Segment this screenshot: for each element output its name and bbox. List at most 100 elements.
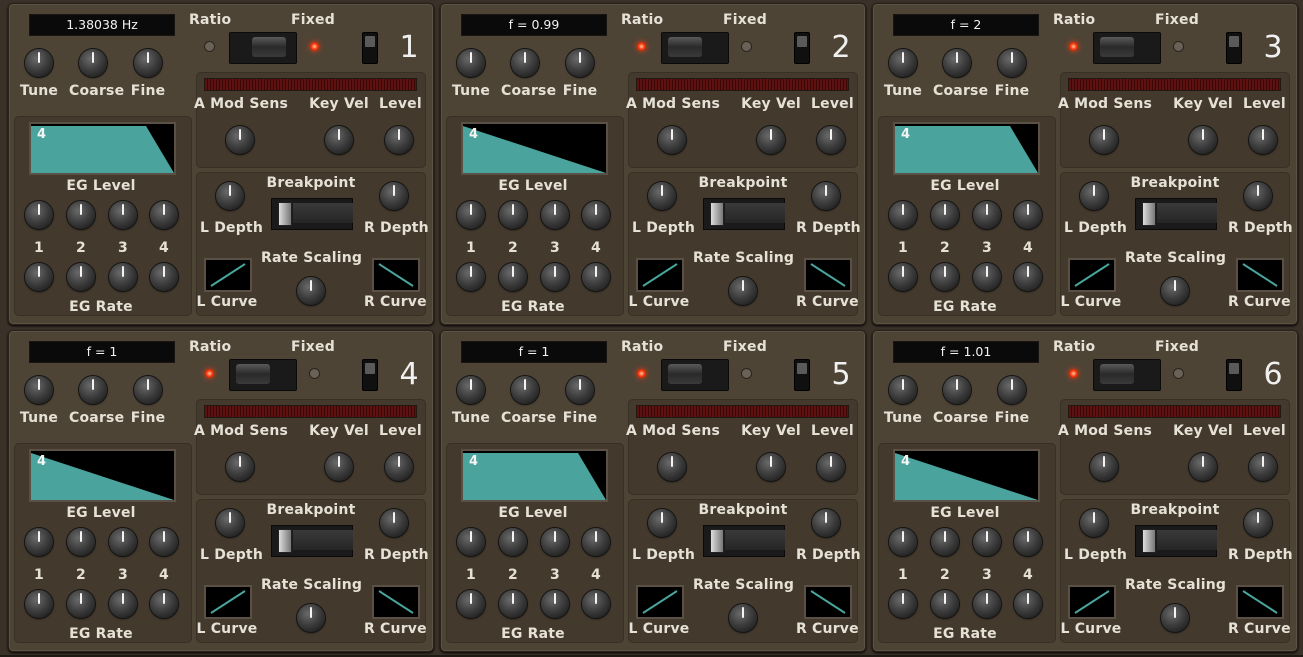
rate-scaling-knob[interactable] (1161, 604, 1189, 632)
key-vel-knob[interactable] (757, 126, 785, 154)
eg-level-knob-3[interactable] (973, 528, 1001, 556)
eg-level-knob-2[interactable] (931, 528, 959, 556)
eg-level-knob-2[interactable] (499, 201, 527, 229)
operator-enable-toggle[interactable] (794, 32, 810, 64)
eg-rate-knob-3[interactable] (109, 590, 137, 618)
coarse-knob[interactable] (943, 376, 971, 404)
coarse-knob[interactable] (943, 49, 971, 77)
eg-rate-knob-2[interactable] (931, 590, 959, 618)
eg-rate-knob-3[interactable] (973, 590, 1001, 618)
rate-scaling-knob[interactable] (297, 277, 325, 305)
a-mod-sens-knob[interactable] (658, 453, 686, 481)
eg-rate-knob-4[interactable] (582, 263, 610, 291)
eg-rate-knob-1[interactable] (457, 590, 485, 618)
eg-level-knob-4[interactable] (582, 528, 610, 556)
breakpoint-slider[interactable] (1135, 525, 1217, 557)
eg-level-knob-4[interactable] (582, 201, 610, 229)
switch-toggle[interactable] (252, 37, 286, 57)
breakpoint-slider-thumb[interactable] (1142, 202, 1217, 226)
eg-rate-knob-1[interactable] (25, 263, 53, 291)
a-mod-sens-knob[interactable] (226, 453, 254, 481)
eg-rate-knob-2[interactable] (931, 263, 959, 291)
frequency-display[interactable]: f = 1 (29, 341, 175, 363)
a-mod-sens-knob[interactable] (1090, 126, 1118, 154)
eg-level-knob-3[interactable] (541, 201, 569, 229)
key-vel-knob[interactable] (325, 126, 353, 154)
switch-toggle[interactable] (668, 37, 702, 57)
breakpoint-slider-thumb[interactable] (1142, 529, 1217, 553)
operator-enable-toggle[interactable] (362, 32, 378, 64)
breakpoint-slider[interactable] (703, 525, 785, 557)
eg-rate-knob-3[interactable] (541, 590, 569, 618)
r-depth-knob[interactable] (380, 509, 408, 537)
ratio-fixed-switch[interactable] (1093, 32, 1161, 64)
breakpoint-slider[interactable] (271, 525, 353, 557)
breakpoint-slider-thumb[interactable] (278, 202, 353, 226)
eg-level-knob-1[interactable] (457, 201, 485, 229)
r-curve-display[interactable] (804, 585, 852, 619)
eg-level-knob-1[interactable] (889, 201, 917, 229)
eg-level-knob-1[interactable] (25, 528, 53, 556)
eg-rate-knob-4[interactable] (582, 590, 610, 618)
eg-level-knob-3[interactable] (109, 528, 137, 556)
rate-scaling-knob[interactable] (297, 604, 325, 632)
l-curve-display[interactable] (1068, 258, 1116, 292)
level-knob[interactable] (1249, 126, 1277, 154)
rate-scaling-knob[interactable] (729, 277, 757, 305)
operator-enable-toggle[interactable] (1226, 32, 1242, 64)
r-depth-knob[interactable] (1244, 509, 1272, 537)
frequency-display[interactable]: f = 1.01 (893, 341, 1039, 363)
tune-knob[interactable] (25, 376, 53, 404)
r-curve-display[interactable] (1236, 258, 1284, 292)
coarse-knob[interactable] (79, 376, 107, 404)
operator-enable-toggle[interactable] (794, 359, 810, 391)
switch-toggle[interactable] (1100, 364, 1134, 384)
eg-rate-knob-2[interactable] (67, 590, 95, 618)
r-depth-knob[interactable] (380, 182, 408, 210)
eg-level-knob-1[interactable] (457, 528, 485, 556)
r-curve-display[interactable] (372, 258, 420, 292)
level-knob[interactable] (817, 453, 845, 481)
l-depth-knob[interactable] (648, 509, 676, 537)
breakpoint-slider-thumb[interactable] (710, 202, 785, 226)
fine-knob[interactable] (566, 49, 594, 77)
l-depth-knob[interactable] (216, 509, 244, 537)
r-depth-knob[interactable] (812, 182, 840, 210)
eg-rate-knob-3[interactable] (541, 263, 569, 291)
level-knob[interactable] (817, 126, 845, 154)
eg-rate-knob-3[interactable] (973, 263, 1001, 291)
eg-level-knob-1[interactable] (25, 201, 53, 229)
eg-rate-knob-1[interactable] (889, 263, 917, 291)
tune-knob[interactable] (457, 49, 485, 77)
switch-toggle[interactable] (236, 364, 270, 384)
eg-level-knob-4[interactable] (150, 201, 178, 229)
l-curve-display[interactable] (204, 258, 252, 292)
eg-level-knob-1[interactable] (889, 528, 917, 556)
switch-toggle[interactable] (1100, 37, 1134, 57)
eg-rate-knob-2[interactable] (499, 263, 527, 291)
breakpoint-slider[interactable] (271, 198, 353, 230)
eg-level-knob-2[interactable] (931, 201, 959, 229)
key-vel-knob[interactable] (325, 453, 353, 481)
coarse-knob[interactable] (79, 49, 107, 77)
eg-rate-knob-4[interactable] (1014, 263, 1042, 291)
a-mod-sens-knob[interactable] (1090, 453, 1118, 481)
eg-level-knob-4[interactable] (1014, 201, 1042, 229)
fine-knob[interactable] (998, 49, 1026, 77)
l-depth-knob[interactable] (648, 182, 676, 210)
ratio-fixed-switch[interactable] (229, 32, 297, 64)
breakpoint-slider[interactable] (1135, 198, 1217, 230)
eg-level-knob-3[interactable] (973, 201, 1001, 229)
r-curve-display[interactable] (372, 585, 420, 619)
breakpoint-slider[interactable] (703, 198, 785, 230)
eg-rate-knob-2[interactable] (499, 590, 527, 618)
frequency-display[interactable]: 1.38038 Hz (29, 14, 175, 36)
ratio-fixed-switch[interactable] (661, 32, 729, 64)
eg-rate-knob-4[interactable] (1014, 590, 1042, 618)
l-curve-display[interactable] (204, 585, 252, 619)
eg-level-knob-4[interactable] (150, 528, 178, 556)
l-depth-knob[interactable] (216, 182, 244, 210)
switch-toggle[interactable] (668, 364, 702, 384)
eg-level-knob-4[interactable] (1014, 528, 1042, 556)
key-vel-knob[interactable] (757, 453, 785, 481)
